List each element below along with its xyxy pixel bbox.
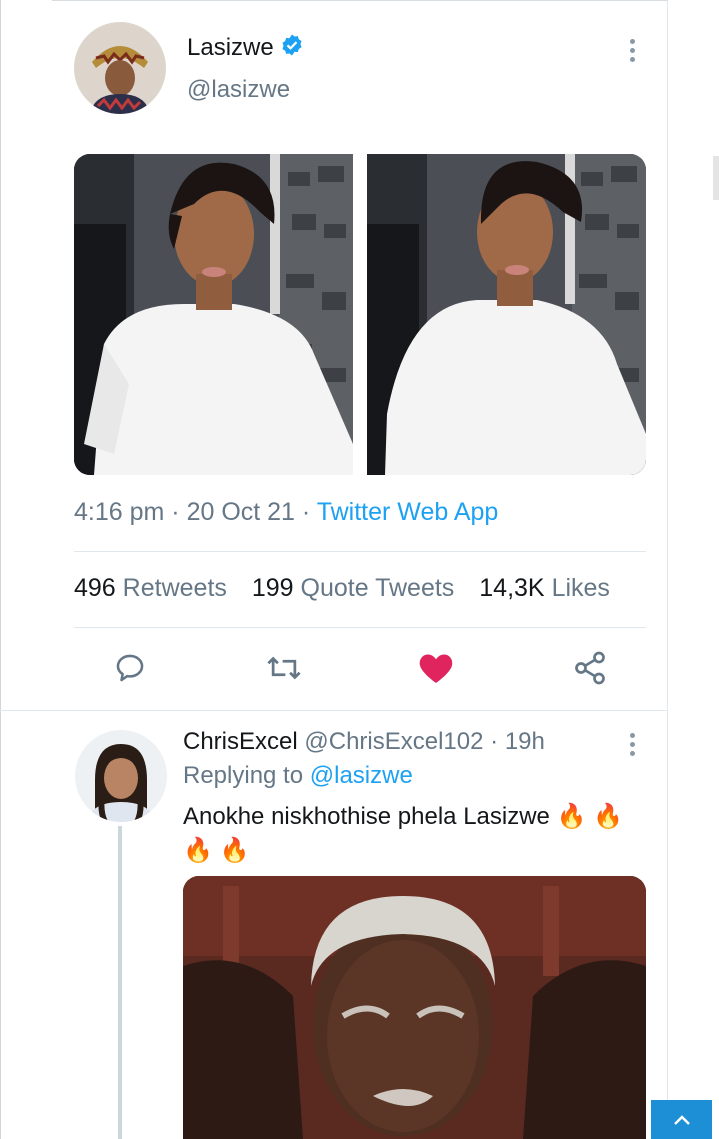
share-button[interactable] (570, 648, 610, 688)
reply-author-name[interactable]: ChrisExcel (183, 728, 298, 755)
share-icon (575, 651, 605, 685)
divider (74, 551, 646, 552)
author-handle[interactable]: @lasizwe (187, 76, 290, 104)
retweets-count: 496 (74, 574, 116, 602)
meta-separator: · (294, 498, 317, 526)
tweet-date: 20 Oct 21 (186, 498, 295, 526)
reply-photo[interactable] (183, 876, 646, 1139)
scroll-to-top-button[interactable] (651, 1100, 712, 1139)
reply-author-handle[interactable]: @ChrisExcel102 (304, 728, 483, 755)
reply-button[interactable] (110, 648, 150, 688)
top-divider (52, 0, 668, 1)
replying-to-prefix: Replying to (183, 762, 310, 789)
like-icon (419, 654, 453, 683)
replying-to-handle-link[interactable]: @lasizwe (310, 762, 413, 789)
reply-text: Anokhe niskhothise phela Lasizwe 🔥 🔥 🔥 🔥 (183, 800, 643, 868)
divider (0, 710, 668, 711)
more-options-icon[interactable] (630, 39, 636, 66)
reply-icon (116, 654, 144, 682)
reply-age[interactable]: 19h (505, 728, 545, 755)
tweet-time: 4:16 pm (74, 498, 165, 526)
replying-to: Replying to @lasizwe (183, 762, 413, 790)
quotes-count: 199 (251, 574, 294, 602)
scrollbar-thumb[interactable] (713, 156, 719, 200)
divider (74, 627, 646, 628)
likes-stat[interactable]: 14,3K Likes (479, 574, 610, 602)
reply-avatar[interactable] (75, 730, 167, 822)
fire-emoji-icon: 🔥 🔥 (556, 803, 624, 830)
author-name-text: Lasizwe (187, 33, 274, 61)
meta-separator: · (164, 498, 187, 526)
author-name[interactable]: Lasizwe (187, 33, 304, 64)
verified-badge-icon (280, 33, 304, 64)
reply-more-options-icon[interactable] (630, 733, 636, 760)
thread-line (118, 826, 122, 1139)
retweets-stat[interactable]: 496 Retweets (74, 574, 227, 602)
author-avatar[interactable] (74, 22, 166, 114)
retweet-button[interactable] (264, 648, 304, 688)
retweets-label: Retweets (122, 574, 227, 602)
tweet-source-link[interactable]: Twitter Web App (317, 498, 499, 526)
tweet-stats: 496 Retweets 199 Quote Tweets 14,3K Like… (74, 574, 628, 603)
meta-separator: · (483, 728, 505, 755)
reply-text-body: Anokhe niskhothise phela Lasizwe (183, 803, 550, 830)
like-button[interactable] (416, 648, 456, 688)
retweet-icon (267, 656, 301, 680)
likes-label: Likes (551, 574, 610, 602)
tweet-photo-2[interactable] (367, 154, 646, 475)
quotes-stat[interactable]: 199 Quote Tweets (252, 574, 454, 602)
likes-count: 14,3K (479, 574, 545, 602)
chevron-up-icon (673, 1114, 690, 1125)
tweet-photo-1[interactable] (74, 154, 353, 475)
reply-header: ChrisExcel @ChrisExcel102 · 19h (183, 728, 545, 756)
quotes-label: Quote Tweets (300, 574, 455, 602)
tweet-timestamp: 4:16 pm · 20 Oct 21 · Twitter Web App (74, 498, 498, 527)
fire-emoji-icon: 🔥 🔥 (183, 837, 250, 864)
